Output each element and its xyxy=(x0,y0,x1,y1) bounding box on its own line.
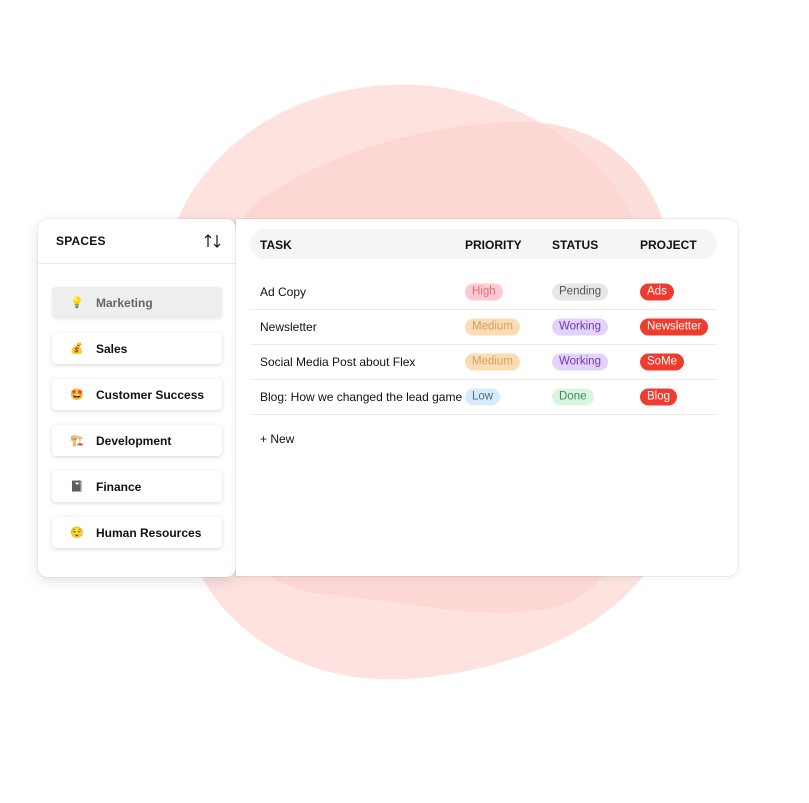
space-item-marketing[interactable]: 💡 Marketing xyxy=(52,287,222,318)
space-item-label: Finance xyxy=(96,479,142,494)
priority-label: High xyxy=(465,283,503,301)
status-label: Done xyxy=(552,388,594,406)
priority-label: Medium xyxy=(465,353,520,371)
project-label: Blog xyxy=(640,388,678,406)
task-name[interactable]: Newsletter xyxy=(260,320,317,334)
project-label: Newsletter xyxy=(640,318,709,336)
status-label: Working xyxy=(552,353,608,371)
status-badge[interactable]: Pending xyxy=(552,283,609,301)
spaces-panel: SPACES 💡 Marketing 💰 Sales 🤩 Customer Su… xyxy=(38,219,236,577)
priority-badge[interactable]: High xyxy=(465,283,503,301)
project-tag[interactable]: Ads xyxy=(640,283,674,301)
space-list: 💡 Marketing 💰 Sales 🤩 Customer Success 🏗… xyxy=(38,264,236,548)
priority-label: Low xyxy=(465,388,501,406)
new-task-button[interactable]: + New xyxy=(260,432,294,446)
table-header: TASK PRIORITY STATUS PROJECT xyxy=(250,229,717,259)
ledger-icon: 📓 xyxy=(70,481,84,493)
space-item-label: Marketing xyxy=(96,295,153,310)
column-header-project[interactable]: PROJECT xyxy=(640,238,697,252)
priority-badge[interactable]: Low xyxy=(465,388,501,406)
status-badge[interactable]: Working xyxy=(552,353,608,371)
table-row[interactable]: Social Media Post about Flex Medium Work… xyxy=(250,345,717,380)
space-item-human-resources[interactable]: 😌 Human Resources xyxy=(52,517,222,548)
space-item-customer-success[interactable]: 🤩 Customer Success xyxy=(52,379,222,410)
tasks-panel: TASK PRIORITY STATUS PROJECT Ad Copy Hig… xyxy=(236,219,738,576)
project-label: SoMe xyxy=(640,353,685,371)
status-badge[interactable]: Done xyxy=(552,388,594,406)
project-label: Ads xyxy=(640,283,674,301)
priority-badge[interactable]: Medium xyxy=(465,353,520,371)
column-header-status[interactable]: STATUS xyxy=(552,238,598,252)
table-row[interactable]: Newsletter Medium Working Newsletter xyxy=(250,310,717,345)
project-tag[interactable]: Newsletter xyxy=(640,318,709,336)
star-struck-face-icon: 🤩 xyxy=(70,389,84,401)
priority-label: Medium xyxy=(465,318,520,336)
space-item-development[interactable]: 🏗️ Development xyxy=(52,425,222,456)
table-row[interactable]: Ad Copy High Pending Ads xyxy=(250,275,717,310)
task-name[interactable]: Ad Copy xyxy=(260,285,306,299)
status-label: Working xyxy=(552,318,608,336)
spaces-title: SPACES xyxy=(56,234,106,248)
task-name[interactable]: Social Media Post about Flex xyxy=(260,355,415,369)
construction-crane-icon: 🏗️ xyxy=(70,435,84,447)
space-item-label: Human Resources xyxy=(96,525,202,540)
status-label: Pending xyxy=(552,283,609,301)
space-item-finance[interactable]: 📓 Finance xyxy=(52,471,222,502)
money-bag-icon: 💰 xyxy=(70,343,84,355)
table-row[interactable]: Blog: How we changed the lead game Low D… xyxy=(250,380,717,415)
task-name[interactable]: Blog: How we changed the lead game xyxy=(260,390,462,404)
space-item-sales[interactable]: 💰 Sales xyxy=(52,333,222,364)
project-tag[interactable]: SoMe xyxy=(640,353,685,371)
spaces-header: SPACES xyxy=(38,219,236,264)
status-badge[interactable]: Working xyxy=(552,318,608,336)
relieved-face-icon: 😌 xyxy=(70,527,84,539)
column-header-task[interactable]: TASK xyxy=(260,238,292,252)
space-item-label: Development xyxy=(96,433,172,448)
sort-arrows-icon[interactable] xyxy=(204,234,222,248)
column-header-priority[interactable]: PRIORITY xyxy=(465,238,522,252)
space-item-label: Customer Success xyxy=(96,387,205,402)
project-tag[interactable]: Blog xyxy=(640,388,678,406)
priority-badge[interactable]: Medium xyxy=(465,318,520,336)
space-item-label: Sales xyxy=(96,341,128,356)
lightbulb-icon: 💡 xyxy=(70,297,84,309)
